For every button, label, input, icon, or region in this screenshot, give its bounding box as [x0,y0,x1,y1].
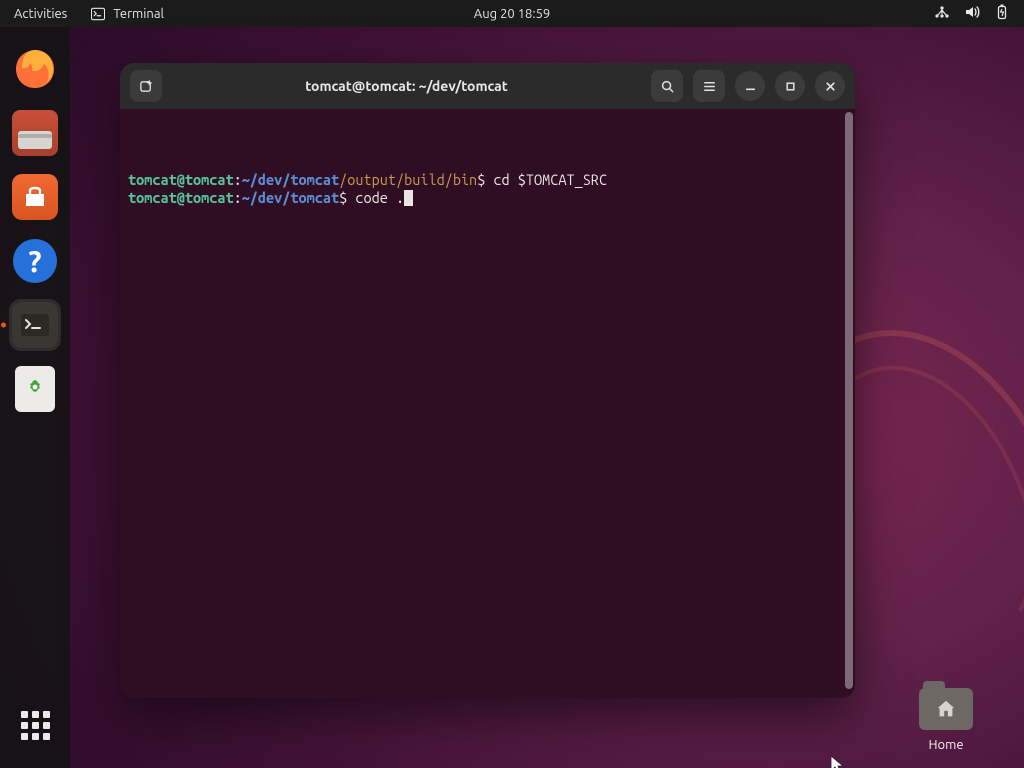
dock-item-software[interactable] [9,171,61,223]
new-tab-button[interactable] [130,70,162,102]
activities-button[interactable]: Activities [14,7,67,21]
hamburger-icon [702,79,717,94]
dock-item-firefox[interactable] [9,43,61,95]
files-icon [12,110,58,156]
power-icon[interactable] [994,4,1010,23]
dock-item-terminal[interactable] [9,299,61,351]
app-indicator[interactable]: Terminal [91,7,164,21]
firefox-icon [13,47,57,91]
close-icon [823,79,838,94]
text-cursor [404,190,413,206]
help-icon: ? [13,239,57,283]
terminal-window[interactable]: tomcat@tomcat: ~/dev/tomcat [120,63,855,698]
desktop[interactable]: ? tomcat@tomcat: ~/dev/tomcat [0,27,1024,768]
app-name: Terminal [113,7,164,21]
search-button[interactable] [651,70,683,102]
software-icon [12,174,58,220]
top-bar: Activities Terminal Aug 20 18:59 [0,0,1024,27]
home-icon [935,698,957,720]
apps-grid-icon [21,711,50,740]
dock-item-help[interactable]: ? [9,235,61,287]
close-button[interactable] [815,71,845,101]
dock-item-trash[interactable] [9,363,61,415]
minimize-icon [743,79,758,94]
minimize-button[interactable] [735,71,765,101]
folder-icon [919,688,973,730]
search-icon [660,79,675,94]
maximize-button[interactable] [775,71,805,101]
terminal-line: tomcat@tomcat:~/dev/tomcat$ code . [128,189,847,208]
trash-icon [15,366,55,412]
terminal-titlebar[interactable]: tomcat@tomcat: ~/dev/tomcat [120,63,855,109]
terminal-title: tomcat@tomcat: ~/dev/tomcat [162,78,651,94]
volume-icon[interactable] [964,4,980,23]
cursor-pointer [830,755,844,768]
new-tab-icon [139,79,154,94]
terminal-body[interactable]: tomcat@tomcat:~/dev/tomcat/output/build/… [120,109,855,698]
desktop-home-folder[interactable]: Home [910,688,982,752]
desktop-home-label: Home [910,738,982,752]
show-apps-button[interactable] [14,704,56,746]
network-icon[interactable] [934,4,950,23]
dock: ? [0,27,70,768]
active-indicator [1,323,6,328]
terminal-line: tomcat@tomcat:~/dev/tomcat/output/build/… [128,171,847,190]
terminal-icon [91,7,105,21]
dock-item-files[interactable] [9,107,61,159]
terminal-scrollbar[interactable] [845,112,853,689]
terminal-app-icon [12,302,58,348]
maximize-icon [783,79,798,94]
menu-button[interactable] [693,70,725,102]
